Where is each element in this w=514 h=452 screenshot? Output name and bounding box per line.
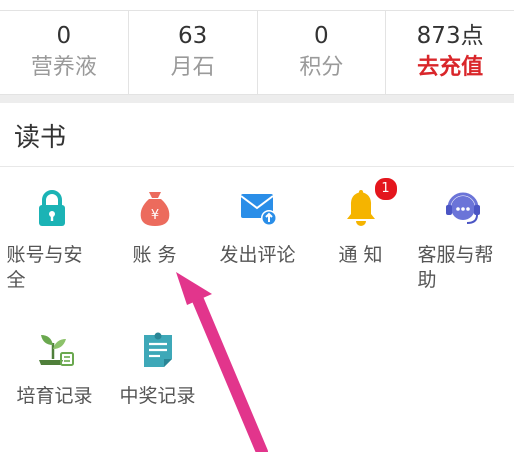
prize-note-icon xyxy=(135,326,181,372)
section-title: 读书 xyxy=(14,123,67,153)
menu-item-prize-record[interactable]: 中奖记录 xyxy=(106,326,209,409)
stat-moonstone[interactable]: 63 月石 xyxy=(129,11,258,94)
stat-value: 0 xyxy=(56,22,72,49)
lock-icon xyxy=(29,185,75,231)
stat-label: 月石 xyxy=(170,54,215,80)
menu-item-label: 客服与帮助 xyxy=(417,244,494,291)
stats-bar: 0 营养液 63 月石 0 积分 873点 去充值 xyxy=(0,10,514,95)
menu-item-account-security[interactable]: 账号与安全 xyxy=(0,185,103,293)
menu-item-label: 中奖记录 xyxy=(119,385,196,407)
stat-value: 873点 xyxy=(416,22,484,49)
stat-points[interactable]: 0 积分 xyxy=(258,11,387,94)
headset-icon xyxy=(440,185,486,231)
menu-item-customer-service[interactable]: 客服与帮助 xyxy=(411,185,514,293)
menu-item-cultivation-record[interactable]: 培育记录 xyxy=(3,326,106,409)
bell-icon: 1 xyxy=(338,177,398,231)
stat-value: 63 xyxy=(177,22,208,49)
money-bag-icon: ¥ xyxy=(132,185,178,231)
menu-item-notifications[interactable]: 1 通 知 xyxy=(309,177,412,268)
stat-balance[interactable]: 873点 去充值 xyxy=(386,11,514,94)
menu-item-label: 通 知 xyxy=(338,244,383,266)
menu-item-label: 发出评论 xyxy=(219,244,296,266)
menu-item-post-comment[interactable]: 发出评论 xyxy=(206,185,309,268)
menu-item-billing[interactable]: ¥ 账 务 xyxy=(103,185,206,268)
stat-label: 营养液 xyxy=(30,54,97,80)
section-divider xyxy=(0,166,514,167)
menu-item-label: 账号与安全 xyxy=(6,244,83,291)
menu-item-label: 账 务 xyxy=(132,244,177,266)
menu-item-label: 培育记录 xyxy=(16,385,93,407)
recharge-link[interactable]: 去充值 xyxy=(417,52,483,84)
notification-badge: 1 xyxy=(373,177,398,201)
reading-section: 读书 账号与安全 ¥ 账 务 发出评论 1 通 知 客服与帮助 培育记录 中奖记… xyxy=(0,103,514,452)
top-strip xyxy=(0,0,514,10)
stat-label: 积分 xyxy=(299,54,344,80)
stat-value: 0 xyxy=(314,22,329,49)
svg-text:¥: ¥ xyxy=(150,208,158,223)
mail-upload-icon xyxy=(235,185,281,231)
sprout-icon xyxy=(32,326,78,372)
stat-nutrient[interactable]: 0 营养液 xyxy=(0,11,129,94)
